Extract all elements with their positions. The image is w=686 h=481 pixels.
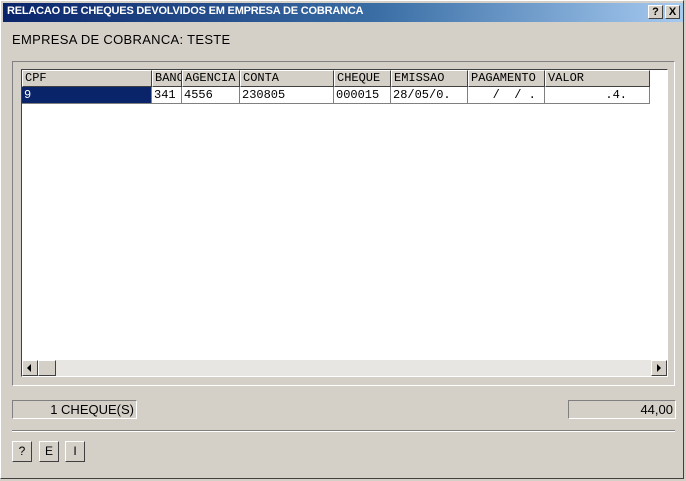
scroll-left-button[interactable]	[22, 360, 38, 376]
cell-conta[interactable]: 230805	[240, 87, 334, 104]
close-button[interactable]: X	[665, 5, 680, 19]
cell-pagamento[interactable]: / / .	[468, 87, 545, 104]
cell-emissao[interactable]: 28/05/0.	[391, 87, 468, 104]
help-title-button[interactable]: ?	[648, 5, 663, 19]
cell-banco[interactable]: 341	[152, 87, 182, 104]
column-header-cpf[interactable]: CPF	[22, 70, 152, 87]
cell-cheque[interactable]: 000015	[334, 87, 391, 104]
cell-valor[interactable]: .4.	[545, 87, 650, 104]
separator-line	[12, 430, 675, 432]
i-button[interactable]: I	[65, 441, 85, 462]
column-header-valor[interactable]: VALOR	[545, 70, 650, 87]
window-title: RELACAO DE CHEQUES DEVOLVIDOS EM EMPRESA…	[7, 5, 364, 17]
scroll-thumb[interactable]	[38, 360, 56, 376]
empresa-label: EMPRESA DE COBRANCA: TESTE	[12, 32, 231, 47]
e-button[interactable]: E	[39, 441, 59, 462]
column-header-pagamento[interactable]: PAGAMENTO	[468, 70, 545, 87]
horizontal-scrollbar[interactable]	[22, 360, 667, 376]
cell-cpf[interactable]: 9	[22, 87, 152, 104]
cell-agencia[interactable]: 4556	[182, 87, 240, 104]
cheques-grid[interactable]: CPF BANCO AGENCIA CONTA CHEQUE EMISSAO P…	[21, 69, 668, 377]
dialog-window: RELACAO DE CHEQUES DEVOLVIDOS EM EMPRESA…	[0, 0, 684, 479]
cheque-count-panel: 1 CHEQUE(S)	[12, 400, 137, 419]
arrow-right-icon	[657, 364, 661, 372]
help-button[interactable]: ?	[12, 441, 32, 462]
column-header-banco[interactable]: BANCO	[152, 70, 182, 87]
scroll-right-button[interactable]	[651, 360, 667, 376]
title-bar[interactable]: RELACAO DE CHEQUES DEVOLVIDOS EM EMPRESA…	[3, 3, 683, 22]
column-header-agencia[interactable]: AGENCIA	[182, 70, 240, 87]
total-value-panel: 44,00	[568, 400, 676, 419]
arrow-left-icon	[27, 364, 31, 372]
column-header-conta[interactable]: CONTA	[240, 70, 334, 87]
column-header-emissao[interactable]: EMISSAO	[391, 70, 468, 87]
column-header-cheque[interactable]: CHEQUE	[334, 70, 391, 87]
